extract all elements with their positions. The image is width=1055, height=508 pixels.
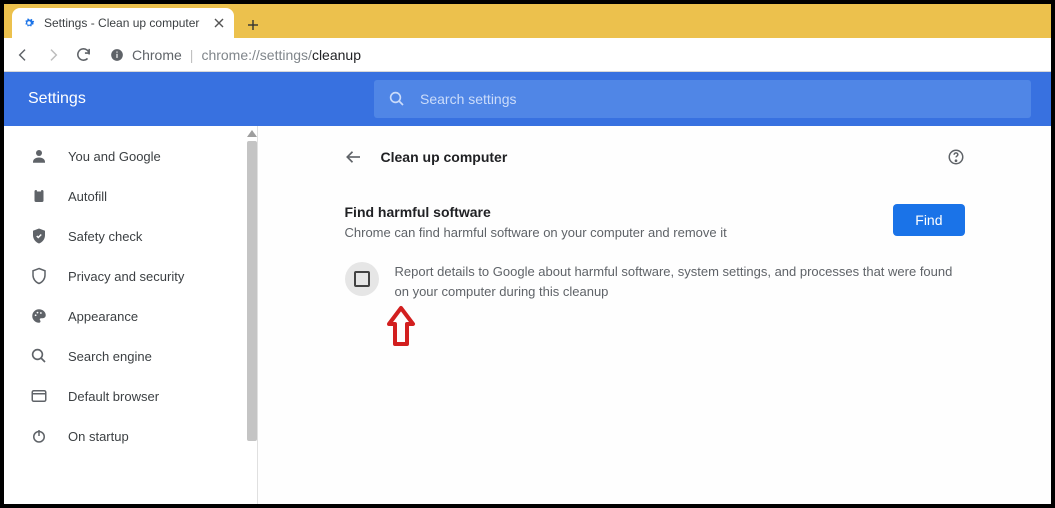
search-input[interactable] — [420, 91, 1017, 107]
url-scheme: Chrome — [132, 47, 182, 63]
reload-icon[interactable] — [74, 46, 92, 64]
panel-title: Clean up computer — [381, 149, 929, 165]
sidebar-item-safety-check[interactable]: Safety check — [4, 216, 257, 256]
sidebar-item-default-browser[interactable]: Default browser — [4, 376, 257, 416]
gear-icon — [22, 16, 36, 30]
sidebar-item-label: Privacy and security — [68, 269, 184, 284]
report-description: Report details to Google about harmful s… — [395, 262, 965, 301]
sidebar-item-label: Safety check — [68, 229, 142, 244]
tab-title: Settings - Clean up computer — [44, 16, 206, 30]
sidebar-item-search-engine[interactable]: Search engine — [4, 336, 257, 376]
tab-strip: Settings - Clean up computer — [4, 4, 1051, 38]
shield-check-icon — [30, 227, 48, 245]
sidebar-item-label: Default browser — [68, 389, 159, 404]
shield-icon — [30, 267, 48, 285]
sidebar-item-label: Autofill — [68, 189, 107, 204]
back-icon[interactable] — [14, 46, 32, 64]
power-icon — [30, 427, 48, 445]
url-path-tail: cleanup — [312, 47, 361, 63]
close-icon[interactable] — [214, 18, 224, 28]
forward-icon[interactable] — [44, 46, 62, 64]
sidebar-item-autofill[interactable]: Autofill — [4, 176, 257, 216]
address-bar[interactable]: Chrome | chrome://settings/cleanup — [104, 47, 1041, 63]
settings-header: Settings — [4, 72, 1051, 126]
section-title: Find harmful software — [345, 204, 727, 220]
browser-toolbar: Chrome | chrome://settings/cleanup — [4, 38, 1051, 72]
scroll-up-icon[interactable] — [247, 130, 257, 137]
sidebar-item-label: You and Google — [68, 149, 161, 164]
site-info-icon[interactable] — [110, 48, 124, 62]
sidebar-item-label: Appearance — [68, 309, 138, 324]
search-bar[interactable] — [374, 80, 1031, 118]
browser-icon — [30, 387, 48, 405]
sidebar-item-appearance[interactable]: Appearance — [4, 296, 257, 336]
sidebar-item-on-startup[interactable]: On startup — [4, 416, 257, 456]
main-panel: Clean up computer Find harmful software … — [258, 126, 1051, 504]
section-subtitle: Chrome can find harmful software on your… — [345, 224, 727, 242]
person-icon — [30, 147, 48, 165]
scrollbar[interactable] — [247, 130, 257, 504]
clipboard-icon — [30, 187, 48, 205]
search-icon — [388, 90, 406, 108]
new-tab-button[interactable] — [240, 12, 266, 38]
sidebar-item-privacy[interactable]: Privacy and security — [4, 256, 257, 296]
checkbox-box-icon — [354, 271, 370, 287]
settings-body: You and Google Autofill Safety check Pri… — [4, 126, 1051, 504]
sidebar-item-label: On startup — [68, 429, 129, 444]
page-title: Settings — [4, 90, 374, 108]
report-checkbox[interactable] — [345, 262, 379, 296]
palette-icon — [30, 307, 48, 325]
browser-tab[interactable]: Settings - Clean up computer — [12, 8, 234, 38]
scroll-thumb[interactable] — [247, 141, 257, 441]
url-path-head: chrome://settings/ — [201, 47, 312, 63]
find-button[interactable]: Find — [893, 204, 964, 236]
search-icon — [30, 347, 48, 365]
sidebar: You and Google Autofill Safety check Pri… — [4, 126, 258, 504]
sidebar-item-you-and-google[interactable]: You and Google — [4, 136, 257, 176]
sidebar-item-label: Search engine — [68, 349, 152, 364]
panel-back-icon[interactable] — [345, 148, 363, 166]
help-icon[interactable] — [947, 148, 965, 166]
